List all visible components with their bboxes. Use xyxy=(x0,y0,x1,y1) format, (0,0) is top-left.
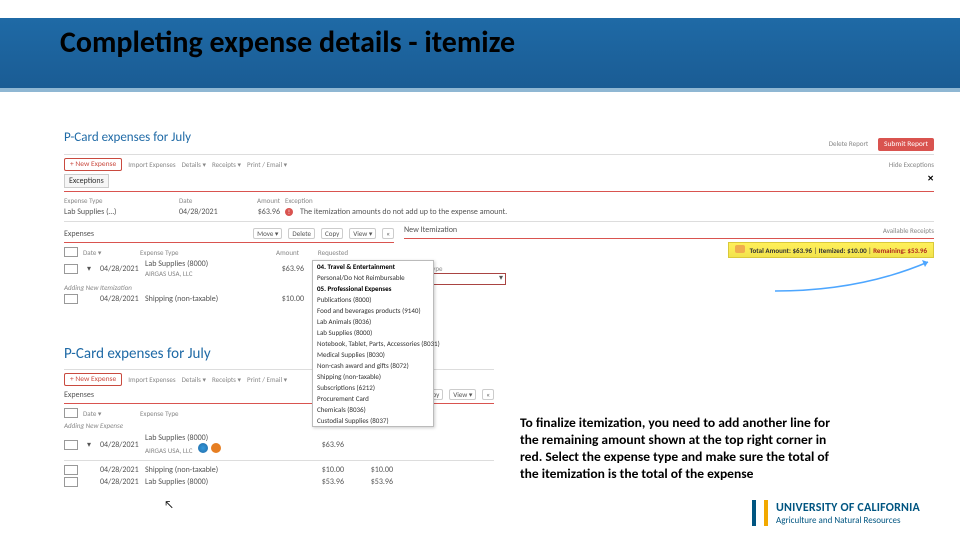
accent-bar xyxy=(0,88,960,92)
checkbox[interactable] xyxy=(64,465,78,475)
list-item: 04/28/2021 Shipping (non-taxable) $10.00… xyxy=(64,464,494,476)
menu-details[interactable]: Details ▾ xyxy=(182,160,206,169)
view-button[interactable]: View ▾ xyxy=(449,389,476,400)
footer-logo: UNIVERSITY OF CALIFORNIA Agriculture and… xyxy=(752,500,920,526)
receipt-icon xyxy=(735,245,745,253)
expenses-header-row: Date ▾ Expense Type Amount Requested xyxy=(64,246,394,258)
slide-body: P-Card expenses for July Delete Report S… xyxy=(0,110,960,510)
menu-import[interactable]: Import Expenses xyxy=(128,375,175,384)
menu-import[interactable]: Import Expenses xyxy=(128,160,175,169)
exceptions-header-row: Expense Type Date Amount Exception xyxy=(64,195,934,206)
copy-button[interactable]: Copy xyxy=(321,228,343,239)
receipt-icon xyxy=(198,443,208,453)
footer-line1: UNIVERSITY OF CALIFORNIA xyxy=(776,501,920,515)
dropdown-option[interactable]: Notebook, Tablet, Parts, Accessories (80… xyxy=(313,338,433,349)
alert-icon: ! xyxy=(285,208,293,216)
dropdown-option[interactable]: Lab Supplies (8000) xyxy=(313,327,433,338)
dropdown-option[interactable]: Subscriptions (6212) xyxy=(313,382,433,393)
expense-type-dropdown[interactable]: 04. Travel & Entertainment Personal/Do N… xyxy=(312,260,434,427)
dropdown-option[interactable]: Non-cash award and gifts (8072) xyxy=(313,360,433,371)
page-header: P-Card expenses for July xyxy=(64,130,191,145)
logo-bar-blue xyxy=(752,500,756,526)
checkbox[interactable] xyxy=(64,247,78,257)
close-icon[interactable]: ✕ xyxy=(927,174,934,184)
checkbox[interactable] xyxy=(64,408,78,418)
dropdown-option[interactable]: Food and beverages products (9140) xyxy=(313,305,433,316)
checkbox[interactable] xyxy=(64,440,78,450)
move-button[interactable]: Move ▾ xyxy=(253,228,282,239)
new-expense-button[interactable]: + New Expense xyxy=(64,158,122,171)
logo-bar-gold xyxy=(764,500,768,526)
cursor-icon: ↖ xyxy=(164,498,494,511)
chevron-down-icon[interactable]: ▾ xyxy=(83,264,95,274)
dropdown-option[interactable]: Medical Supplies (8030) xyxy=(313,349,433,360)
view-button[interactable]: View ▾ xyxy=(349,228,376,239)
expand-button[interactable]: « xyxy=(382,228,394,239)
checkbox[interactable] xyxy=(64,264,78,274)
menu-print[interactable]: Print / Email ▾ xyxy=(247,160,287,169)
exception-row: Lab Supplies (…) 04/28/2021 $63.96 ! The… xyxy=(64,206,934,218)
hide-exceptions-link[interactable]: Hide Exceptions xyxy=(889,160,934,169)
submit-report-button[interactable]: Submit Report xyxy=(878,138,934,151)
slide-title: Completing expense details - itemize xyxy=(60,24,515,61)
list-item: 04/28/2021 Lab Supplies (8000) $53.96 $5… xyxy=(64,476,494,488)
callout-text: To finalize itemization, you need to add… xyxy=(520,415,830,483)
checkbox[interactable] xyxy=(64,477,78,487)
exceptions-label: Exceptions xyxy=(64,174,109,188)
dropdown-option[interactable]: Procurement Card xyxy=(313,393,433,404)
new-itemization-label: New Itemization xyxy=(404,225,457,235)
footer-line2: Agriculture and Natural Resources xyxy=(776,515,920,526)
expense-row[interactable]: ▾ 04/28/2021 Lab Supplies (8000) AIRGAS … xyxy=(64,432,494,457)
menu-print[interactable]: Print / Email ▾ xyxy=(247,375,287,384)
new-expense-button[interactable]: + New Expense xyxy=(64,373,122,386)
dropdown-option[interactable]: Custodial Supplies (8037) xyxy=(313,415,433,426)
delete-report-link[interactable]: Delete Report xyxy=(829,139,869,148)
card-icon xyxy=(211,443,221,453)
expenses-label: Expenses xyxy=(64,229,94,239)
expenses-label: Expenses xyxy=(64,390,94,400)
dropdown-option[interactable]: Publications (8000) xyxy=(313,294,433,305)
dropdown-option[interactable]: Chemicals (8036) xyxy=(313,404,433,415)
menu-receipts[interactable]: Receipts ▾ xyxy=(212,160,241,169)
checkbox[interactable] xyxy=(64,294,78,304)
dropdown-option[interactable]: Lab Animals (8036) xyxy=(313,316,433,327)
pointer-arrow xyxy=(770,256,940,296)
dropdown-option[interactable]: Personal/Do Not Reimbursable xyxy=(313,272,433,283)
chevron-down-icon[interactable]: ▾ xyxy=(83,440,95,450)
dropdown-option[interactable]: Shipping (non-taxable) xyxy=(313,371,433,382)
available-receipts-link[interactable]: Available Receipts xyxy=(883,226,934,235)
menu-details[interactable]: Details ▾ xyxy=(182,375,206,384)
delete-button[interactable]: Delete xyxy=(288,228,315,239)
expand-button[interactable]: « xyxy=(482,389,494,400)
menu-receipts[interactable]: Receipts ▾ xyxy=(212,375,241,384)
